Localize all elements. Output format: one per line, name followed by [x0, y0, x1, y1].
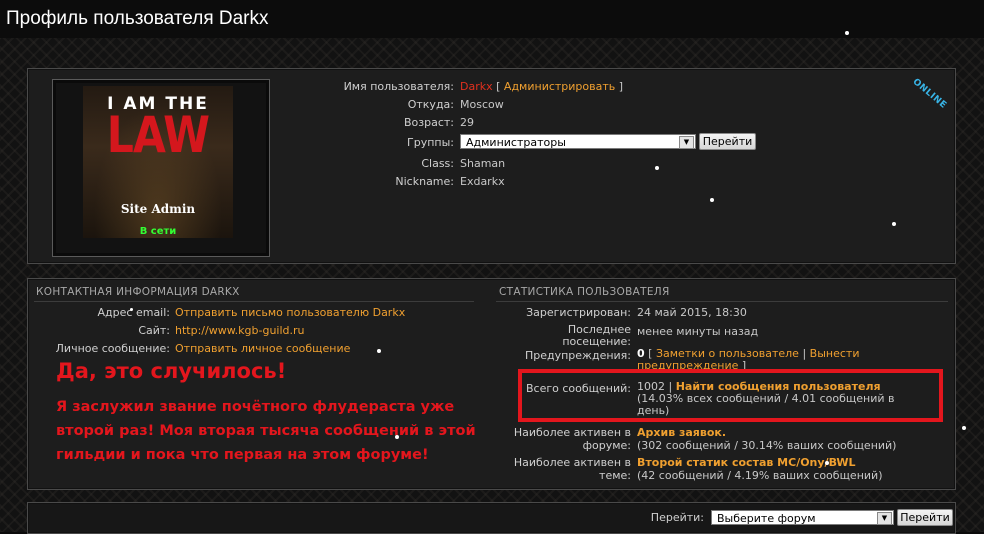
active-forum-label: Наиболее активен в форуме:: [498, 426, 631, 452]
active-forum-label-line2: форуме:: [582, 439, 631, 452]
contact-header: КОНТАКТНАЯ ИНФОРМАЦИЯ DARKX: [36, 286, 240, 298]
posts-highlight-box: [518, 369, 943, 422]
avatar: I AM THE LAW Site Admin В сети: [83, 86, 233, 238]
age-label: Возраст:: [403, 116, 454, 129]
jump-panel: Перейти: Выберите форум ▼ Перейти: [27, 502, 956, 534]
active-forum-link[interactable]: Архив заявок.: [637, 426, 896, 439]
nickname-value: Exdarkx: [460, 175, 505, 188]
active-forum-detail: (302 сообщений / 30.14% ваших сообщений): [637, 439, 897, 452]
nickname-label: Nickname:: [395, 175, 454, 188]
last-visit-value: менее минуты назад: [637, 325, 759, 338]
chevron-down-icon[interactable]: ▼: [679, 136, 694, 149]
administrate-link[interactable]: Администрировать: [504, 80, 615, 93]
issue-warning-link[interactable]: Вынести: [810, 347, 860, 360]
contact-divider: [34, 301, 474, 302]
snow-dot: [655, 166, 659, 170]
info-panel: КОНТАКТНАЯ ИНФОРМАЦИЯ DARKX Адрес email:…: [27, 278, 956, 490]
registered-label: Зарегистрирован:: [526, 306, 631, 319]
overlay-message: Я заслужил звание почётного флудераста у…: [56, 399, 476, 463]
email-label: Адрес email:: [97, 306, 170, 319]
forum-jump-select[interactable]: Выберите форум ▼: [711, 510, 894, 525]
last-visit-label-line2: посещение:: [562, 335, 631, 348]
avatar-frame: I AM THE LAW Site Admin В сети: [52, 79, 270, 257]
class-label: Class:: [421, 157, 454, 170]
active-topic-link[interactable]: Второй статик состав MC/Ony/BWL: [637, 456, 882, 469]
snow-dot: [825, 461, 829, 465]
username-row: Darkx [ Администрировать ]: [460, 79, 623, 95]
username-link[interactable]: Darkx: [460, 80, 493, 93]
active-topic-label-line2: теме:: [599, 469, 631, 482]
active-topic-label-line1: Наиболее активен в: [513, 456, 631, 469]
email-link[interactable]: Отправить письмо пользователю Darkx: [175, 305, 405, 321]
registered-value: 24 май 2015, 18:30: [637, 306, 747, 319]
decorative-background: I AM THE LAW Site Admin В сети ONLINE Им…: [0, 31, 984, 534]
class-value: Shaman: [460, 157, 506, 170]
last-visit-label: Последнее посещение:: [498, 324, 631, 348]
online-badge: ONLINE: [910, 77, 949, 111]
snow-dot: [845, 31, 849, 35]
active-topic-label: Наиболее активен в теме:: [498, 456, 631, 482]
warnings-label: Предупреждения:: [524, 349, 631, 362]
snow-dot: [710, 198, 714, 202]
username-label: Имя пользователя:: [343, 80, 454, 93]
snow-dot: [377, 349, 381, 353]
snow-dot: [892, 222, 896, 226]
groups-go-button[interactable]: Перейти: [699, 133, 756, 150]
groups-selected: Администраторы: [466, 136, 566, 149]
active-forum-label-line1: Наиболее активен в: [513, 426, 631, 439]
forum-jump-selected: Выберите форум: [717, 512, 816, 525]
groups-label: Группы:: [407, 136, 454, 149]
snow-dot: [962, 426, 966, 430]
profile-panel: I AM THE LAW Site Admin В сети ONLINE Им…: [27, 68, 956, 264]
page-title: Профиль пользователя Darkx: [6, 8, 269, 29]
overlay-headline: Да, это случилось!: [56, 359, 287, 383]
pm-label: Личное сообщение:: [55, 342, 170, 355]
active-topic-detail: (42 сообщений / 4.19% ваших сообщений): [637, 469, 883, 482]
stats-header: СТАТИСТИКА ПОЛЬЗОВАТЕЛЯ: [499, 286, 670, 298]
jump-label: Перейти:: [650, 511, 704, 524]
age-value: 29: [460, 116, 474, 129]
from-value: Moscow: [460, 98, 504, 111]
active-topic-value: Второй статик состав MC/Ony/BWL (42 сооб…: [637, 456, 882, 482]
stats-divider: [496, 301, 948, 302]
forum-jump-button[interactable]: Перейти: [897, 509, 953, 526]
site-label: Сайт:: [138, 324, 170, 337]
snow-dot: [130, 308, 133, 311]
site-link[interactable]: http://www.kgb-guild.ru: [175, 323, 305, 339]
admin-bracket-close: ]: [618, 80, 624, 93]
user-rank: Site Admin: [120, 202, 196, 216]
warnings-sep: |: [802, 347, 807, 360]
online-status: В сети: [139, 226, 177, 237]
from-label: Откуда:: [407, 98, 454, 111]
snow-dot: [395, 435, 399, 439]
groups-select[interactable]: Администраторы ▼: [460, 134, 696, 149]
pm-link[interactable]: Отправить личное сообщение: [175, 341, 350, 357]
chevron-down-icon[interactable]: ▼: [877, 512, 892, 525]
admin-bracket-open: [: [496, 80, 501, 93]
active-forum-value: Архив заявок. (302 сообщений / 30.14% ва…: [637, 426, 896, 452]
page-header: Профиль пользователя Darkx: [0, 0, 984, 38]
avatar-caption-law: LAW: [106, 106, 210, 164]
